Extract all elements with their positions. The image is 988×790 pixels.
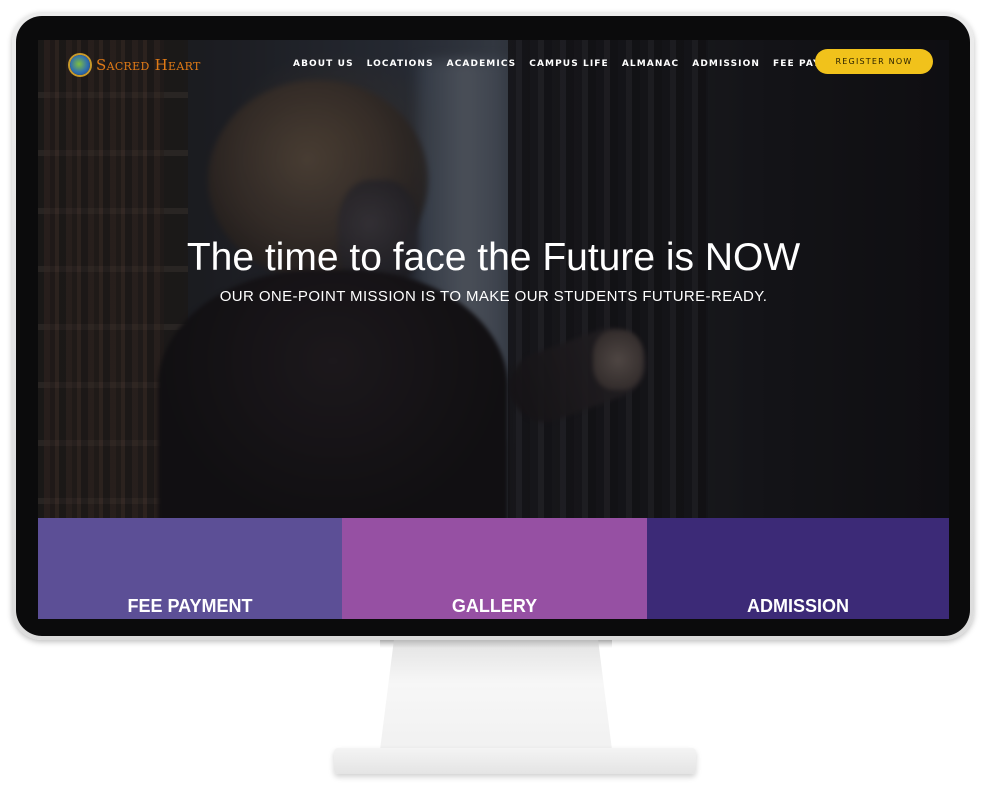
register-now-button[interactable]: REGISTER NOW [815, 49, 933, 74]
tile-admission[interactable]: ADMISSION [647, 518, 949, 619]
quick-link-tiles: FEE PAYMENT GALLERY ADMISSION [38, 518, 949, 619]
logo-emblem-icon [70, 55, 90, 75]
nav-item-academics[interactable]: ACADEMICS [447, 59, 517, 69]
hero-section: Sacred Heart ABOUT US LOCATIONS ACADEMIC… [38, 40, 949, 518]
main-nav: ABOUT US LOCATIONS ACADEMICS CAMPUS LIFE… [293, 59, 867, 69]
monitor-stand-neck [380, 640, 612, 750]
tile-label: GALLERY [451, 596, 538, 616]
logo-text: Sacred Heart [96, 56, 201, 74]
site-logo[interactable]: Sacred Heart [70, 52, 201, 78]
nav-item-about-us[interactable]: ABOUT US [293, 59, 354, 69]
tile-fee-payment[interactable]: FEE PAYMENT [38, 518, 342, 619]
monitor-stand-base [334, 748, 696, 774]
nav-item-admission[interactable]: ADMISSION [692, 59, 760, 69]
nav-item-locations[interactable]: LOCATIONS [367, 59, 434, 69]
nav-item-campus-life[interactable]: CAMPUS LIFE [529, 59, 609, 69]
monitor-stand-shadow [380, 640, 612, 648]
hero-subtitle: OUR ONE-POINT MISSION IS TO MAKE OUR STU… [219, 288, 768, 305]
nav-item-almanac[interactable]: ALMANAC [622, 59, 679, 69]
hero-title: The time to face the Future is NOW [186, 236, 801, 279]
website-screen: Sacred Heart ABOUT US LOCATIONS ACADEMIC… [38, 40, 949, 619]
tile-label: FEE PAYMENT [127, 596, 253, 616]
tile-gallery[interactable]: GALLERY [342, 518, 647, 619]
tile-label: ADMISSION [746, 596, 849, 616]
